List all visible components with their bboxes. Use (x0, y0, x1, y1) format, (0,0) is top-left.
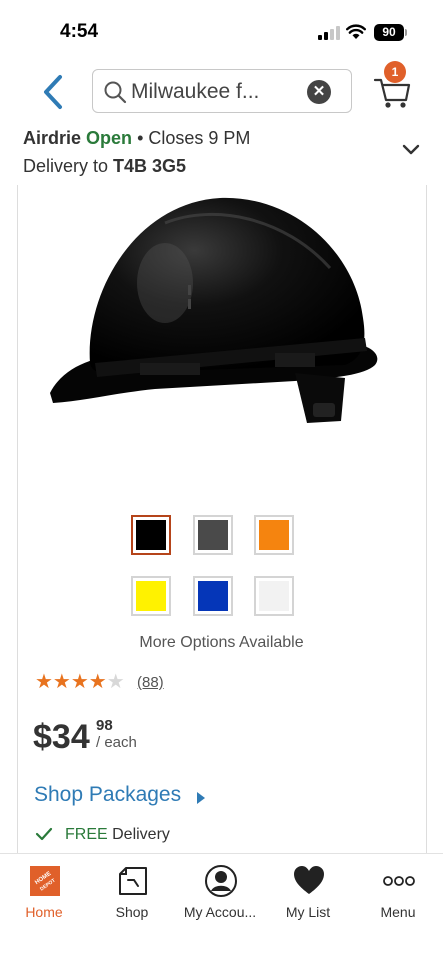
nav-label: Shop (115, 904, 149, 920)
nav-home[interactable]: HOME DEPOT Home (0, 854, 88, 934)
search-icon (104, 81, 127, 104)
caret-right-icon[interactable] (197, 792, 205, 804)
shop-icon (119, 867, 147, 895)
battery-nub (405, 29, 407, 36)
price-unit: / each (96, 734, 137, 751)
free-label: FREE (65, 826, 108, 843)
swatch-fill (259, 581, 289, 611)
heart-icon (294, 866, 324, 894)
color-swatch-black[interactable] (131, 515, 171, 555)
color-swatch-orange[interactable] (254, 515, 294, 555)
home-depot-logo-icon: HOME DEPOT (30, 866, 60, 896)
more-options-label[interactable]: More Options Available (0, 634, 443, 652)
account-icon (205, 865, 237, 897)
wifi-icon (346, 24, 366, 39)
delivery-prefix: Delivery to (23, 156, 114, 176)
chevron-down-icon[interactable] (401, 143, 421, 157)
free-delivery-label: FREE Delivery (65, 826, 170, 844)
back-arrow-icon[interactable] (38, 72, 68, 112)
color-swatch-white[interactable] (254, 576, 294, 616)
swatch-fill (136, 581, 166, 611)
delivery-location[interactable]: Delivery to T4B 3G5 (23, 156, 186, 177)
price-cents: 98 (96, 717, 113, 734)
color-swatch-blue[interactable] (193, 576, 233, 616)
review-count-link[interactable]: (88) (137, 674, 164, 691)
menu-dots-icon (383, 876, 415, 886)
nav-my-list[interactable]: My List (264, 854, 352, 934)
search-input[interactable]: Milwaukee f... ✕ (92, 69, 352, 113)
price-dollars: $34 (33, 718, 90, 756)
swatch-fill (136, 520, 166, 550)
store-hours: • Closes 9 PM (132, 128, 251, 148)
bottom-nav: HOME DEPOT Home Shop My Accou... My List (0, 853, 443, 960)
nav-label: My List (285, 904, 331, 920)
store-name: Airdrie (23, 128, 82, 148)
nav-label: My Accou... (183, 904, 257, 920)
status-bar: 4:54 90 (0, 0, 443, 58)
search-query[interactable]: Milwaukee f... (131, 80, 296, 104)
nav-menu[interactable]: Menu (354, 854, 442, 934)
nav-account[interactable]: My Accou... (176, 854, 264, 934)
checkmark-icon (35, 827, 53, 841)
clear-search-icon[interactable]: ✕ (307, 80, 331, 104)
nav-shop[interactable]: Shop (88, 854, 176, 934)
nav-label: Home (25, 904, 63, 920)
battery-icon: 90 (374, 24, 404, 41)
swatch-fill (259, 520, 289, 550)
postal-code: T4B 3G5 (113, 156, 187, 176)
store-open-status: Open (86, 128, 133, 148)
nav-label: Menu (380, 904, 416, 920)
store-status[interactable]: Airdrie Open • Closes 9 PM (23, 128, 250, 149)
shop-packages-link[interactable]: Shop Packages (34, 783, 181, 807)
color-swatch-gray[interactable] (193, 515, 233, 555)
delivery-label: Delivery (107, 826, 170, 843)
signal-icon (318, 26, 340, 40)
swatch-fill (198, 520, 228, 550)
cart-count-badge: 1 (384, 61, 406, 83)
rating-stars: ★★★★★ (35, 671, 125, 693)
swatch-fill (198, 581, 228, 611)
color-swatch-yellow[interactable] (131, 576, 171, 616)
star-empty: ★ (106, 671, 125, 693)
status-time: 4:54 (60, 21, 99, 42)
hard-hat-image[interactable] (45, 193, 385, 438)
